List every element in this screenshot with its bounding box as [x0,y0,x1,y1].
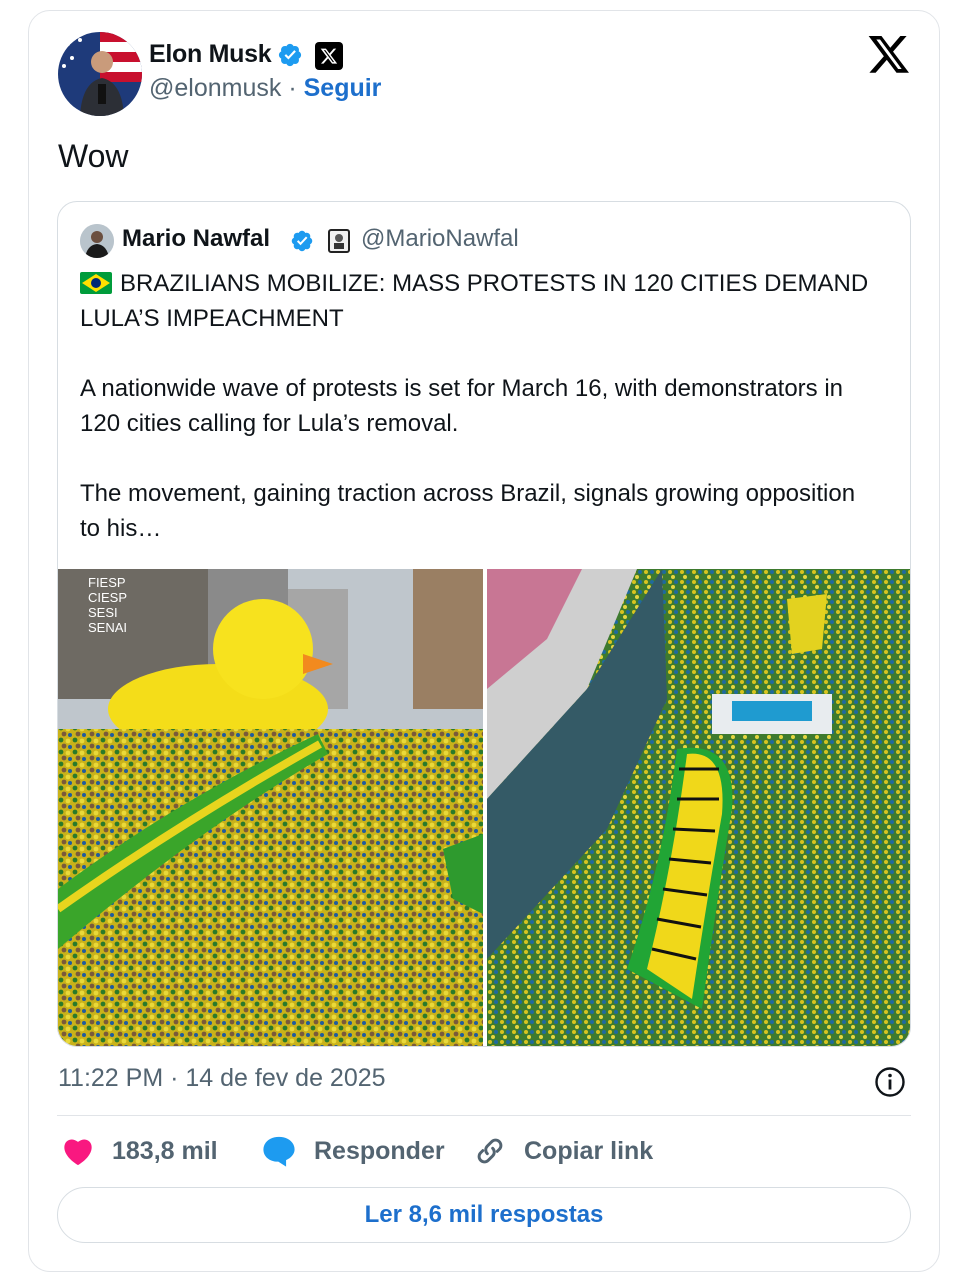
author-handle-row: @elonmusk · Seguir [149,74,381,103]
tweet-text: Wow [58,138,129,174]
x-affiliation-badge-icon [315,42,343,70]
author-avatar[interactable] [58,32,142,116]
author-handle[interactable]: @elonmusk [149,74,281,102]
quoted-author-name[interactable]: Mario Nawfal [122,225,270,253]
svg-text:CIESP: CIESP [88,590,127,605]
svg-text:FIESP: FIESP [88,575,126,590]
divider [57,1115,911,1116]
brazil-flag-icon [80,272,112,294]
affiliation-badge-icon [328,229,350,253]
author-name[interactable]: Elon Musk [149,40,272,69]
quoted-author-handle[interactable]: @MarioNawfal [361,225,519,253]
quoted-paragraph-2: The movement, gaining traction across Br… [80,480,856,542]
copy-link-button[interactable]: Copiar link [474,1133,653,1169]
like-button[interactable]: 183,8 mil [62,1133,218,1169]
info-icon[interactable] [874,1066,906,1098]
quoted-media[interactable]: FIESP CIESP SESI SENAI [58,569,910,1046]
tweet-timestamp[interactable]: 11:22 PM · 14 de fev de 2025 [58,1064,386,1093]
verified-badge-icon [278,43,302,67]
reply-label: Responder [314,1136,445,1165]
quoted-paragraph-1: A nationwide wave of protests is set for… [80,375,844,437]
reply-button[interactable]: Responder [262,1133,445,1169]
separator: · [288,74,297,102]
protest-photo-aerial[interactable] [487,569,910,1046]
like-count: 183,8 mil [112,1136,218,1165]
verified-badge-icon [291,230,313,252]
reply-bubble-icon [263,1136,295,1167]
svg-text:SENAI: SENAI [88,620,127,635]
quoted-author-avatar[interactable] [80,224,114,258]
svg-text:SESI: SESI [88,605,118,620]
protest-photo-duck[interactable]: FIESP CIESP SESI SENAI [58,569,483,1046]
link-icon [477,1138,503,1164]
quoted-tweet-body: BRAZILIANS MOBILIZE: MASS PROTESTS IN 12… [80,266,880,581]
x-logo-icon[interactable] [866,32,912,76]
heart-icon [64,1139,92,1166]
quoted-tweet[interactable]: Mario Nawfal @MarioNawfal BRAZILIANS MOB… [57,201,911,1047]
read-replies-button[interactable]: Ler 8,6 mil respostas [57,1187,911,1243]
copy-link-label: Copiar link [524,1136,654,1165]
quoted-headline: BRAZILIANS MOBILIZE: MASS PROTESTS IN 12… [80,270,869,332]
follow-button[interactable]: Seguir [304,74,382,102]
